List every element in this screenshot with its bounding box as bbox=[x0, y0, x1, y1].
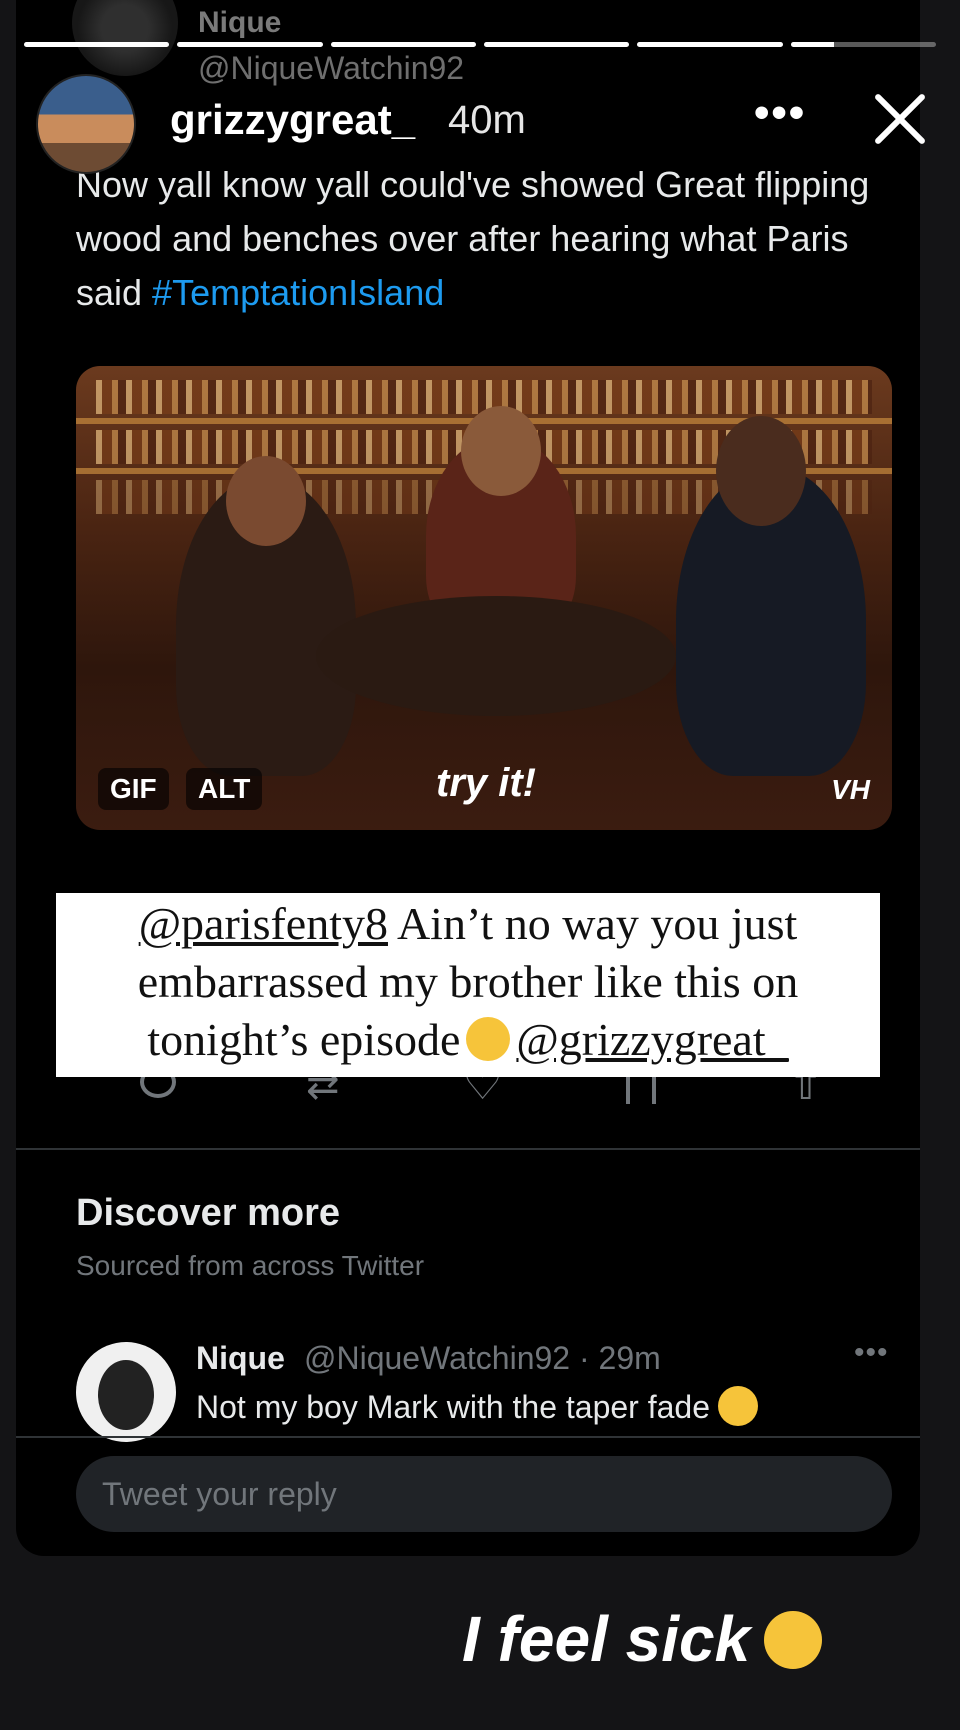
progress-fill bbox=[483, 42, 630, 47]
person-right-head bbox=[716, 416, 806, 526]
person-left-head bbox=[226, 456, 306, 546]
story-caption-text: I feel sick bbox=[462, 1603, 751, 1675]
recommended-meta: @NiqueWatchin92 · 29m bbox=[304, 1340, 661, 1376]
quoted-name: Nique bbox=[198, 6, 282, 39]
progress-fill bbox=[790, 42, 835, 47]
sticker-line-2: embarrassed my brother like this on bbox=[137, 956, 799, 1007]
progress-segment-5 bbox=[637, 42, 783, 47]
tweet-gif[interactable]: GIF ALT try it! VH bbox=[76, 366, 892, 830]
tweet-screenshot-card: Nique @NiqueWatchin92 Now yall know yall… bbox=[16, 0, 920, 1556]
sticker-line-3: tonight’s episode @grizzygreat_ bbox=[56, 1011, 880, 1069]
recommended-name[interactable]: Nique bbox=[196, 1340, 285, 1377]
discover-title: Discover more bbox=[76, 1192, 341, 1234]
sticker-line-3-text: tonight’s episode bbox=[147, 1014, 461, 1065]
more-options-icon[interactable]: ••• bbox=[854, 1336, 889, 1370]
story-more-icon[interactable]: ••• bbox=[754, 88, 806, 138]
recommended-text: Not my boy Mark with the taper fade bbox=[196, 1386, 758, 1426]
mention-grizzy[interactable]: @grizzygreat_ bbox=[516, 1014, 788, 1065]
reply-input[interactable]: Tweet your reply bbox=[76, 1456, 892, 1532]
smirk-emoji-icon bbox=[718, 1386, 758, 1426]
sticker-line-1-text: Ain’t no way you just bbox=[387, 898, 798, 949]
story-user-avatar[interactable] bbox=[36, 74, 136, 174]
story-caption: I feel sick bbox=[462, 1602, 823, 1676]
section-divider bbox=[16, 1148, 920, 1150]
story-username[interactable]: grizzygreat_ bbox=[170, 96, 415, 144]
discover-subtitle: Sourced from across Twitter bbox=[76, 1250, 425, 1281]
close-icon[interactable] bbox=[868, 88, 932, 152]
reply-placeholder: Tweet your reply bbox=[102, 1476, 337, 1512]
progress-fill bbox=[177, 42, 323, 47]
alt-badge[interactable]: ALT bbox=[186, 768, 263, 810]
sick-emoji-icon bbox=[764, 1611, 823, 1669]
progress-segment-4 bbox=[483, 42, 630, 47]
progress-segment-6 bbox=[790, 42, 936, 47]
tweet-text: Now yall know yall could've showed Great… bbox=[76, 158, 896, 320]
progress-segment-1 bbox=[24, 42, 170, 47]
gif-badge: GIF bbox=[98, 768, 169, 810]
progress-fill bbox=[24, 42, 170, 47]
ski-mask bbox=[98, 1360, 154, 1430]
quoted-avatar bbox=[72, 0, 178, 76]
progress-fill bbox=[330, 42, 476, 47]
sleeping-emoji-icon bbox=[466, 1017, 511, 1061]
vh1-logo: VH bbox=[831, 774, 870, 805]
quoted-handle: @NiqueWatchin92 bbox=[198, 50, 465, 86]
recommended-body: Not my boy Mark with the taper fade bbox=[196, 1389, 710, 1425]
reply-divider bbox=[16, 1436, 920, 1438]
sticker-line-1: @parisfenty8 Ain’t no way you just bbox=[56, 895, 880, 953]
bar-table bbox=[316, 596, 676, 716]
progress-fill bbox=[637, 42, 783, 47]
tweet-hashtag[interactable]: #TemptationIsland bbox=[152, 272, 444, 313]
mention-paris[interactable]: @parisfenty8 bbox=[139, 898, 388, 949]
recommended-avatar[interactable] bbox=[76, 1342, 176, 1442]
gif-caption: try it! bbox=[436, 761, 536, 805]
story-text-sticker: @parisfenty8 Ain’t no way you just embar… bbox=[56, 893, 880, 1077]
progress-segment-3 bbox=[330, 42, 476, 47]
story-progress-bar bbox=[24, 42, 936, 47]
story-time: 40m bbox=[448, 98, 526, 142]
progress-segment-2 bbox=[177, 42, 323, 47]
person-center-head bbox=[461, 406, 541, 496]
